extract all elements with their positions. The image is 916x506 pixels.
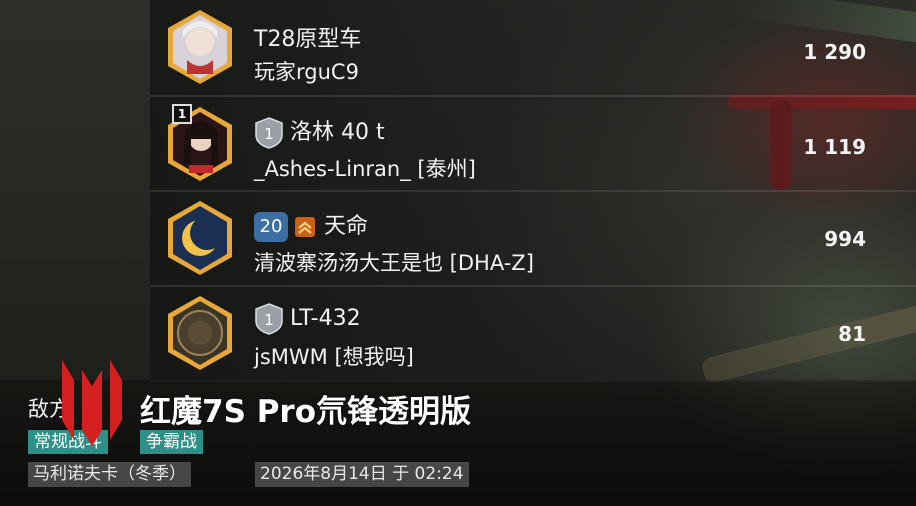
tier-shield-icon: 1 (255, 117, 283, 149)
battle-mode-tag: 争霸战 (140, 430, 203, 454)
map-name: 马利诺夫卡（冬季） (28, 462, 191, 487)
player-score: 81 (838, 322, 866, 346)
player-score: 1 290 (803, 40, 866, 64)
level-badge: 20 (254, 212, 288, 242)
player-name: jsMWM [想我吗] (254, 345, 414, 369)
player-row[interactable]: 1 1 洛林 40 t _Ashes-Linran_ [泰州] 1 119 (150, 97, 916, 192)
tier-shield-icon: 1 (255, 303, 283, 335)
vehicle-name: 洛林 40 t (290, 120, 385, 145)
player-name: 清波寨汤汤大王是也 [DHA-Z] (254, 251, 534, 275)
device-watermark: 红魔7S Pro氘锋透明版 (140, 394, 471, 430)
vehicle-name: T28原型车 (254, 27, 362, 52)
battle-datetime: 2026年8月14日 于 02:24 (255, 462, 469, 487)
redmagic-logo-icon (62, 360, 122, 446)
player-row[interactable]: 20 天命 清波寨汤汤大王是也 [DHA-Z] 994 (150, 192, 916, 287)
player-row[interactable]: 1 LT-432 jsMWM [想我吗] 81 (150, 287, 916, 382)
player-avatar (165, 199, 235, 277)
tier-number: 1 (264, 125, 274, 143)
vehicle-line: 1 洛林 40 t (254, 114, 385, 149)
player-score: 1 119 (803, 135, 866, 159)
player-avatar: 1 (165, 104, 235, 183)
player-avatar (165, 294, 235, 372)
player-row[interactable]: T28原型车 玩家rguC9 1 290 (150, 0, 916, 97)
player-name: _Ashes-Linran_ [泰州] (254, 157, 476, 181)
player-name: 玩家rguC9 (254, 60, 359, 84)
player-score: 994 (824, 227, 866, 251)
vehicle-name: 天命 (324, 214, 369, 239)
rank-badge: 1 (172, 104, 192, 124)
vehicle-line: 1 LT-432 (254, 303, 361, 335)
tier-number: 1 (264, 311, 274, 329)
vehicle-line: 20 天命 (254, 208, 368, 242)
vehicle-name: LT-432 (290, 306, 361, 331)
rank-chevron-icon (295, 217, 315, 237)
player-avatar (165, 8, 235, 86)
